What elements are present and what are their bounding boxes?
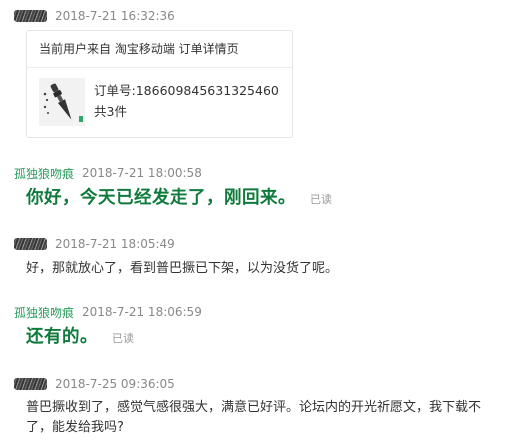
message-buyer-1: 2018-7-21 16:32:36 当前用户来自 淘宝移动端 订单详情页 订单… [0, 0, 529, 140]
message-buyer-3: 2018-7-25 09:36:05 普巴撅收到了，感觉气感很强大，满意已好评。… [0, 373, 529, 446]
message-header: 2018-7-21 16:32:36 [14, 7, 175, 25]
message-seller-2: 孤独狼吻痕 2018-7-21 18:06:59 还有的。 已读 [0, 301, 529, 361]
message-timestamp: 2018-7-21 18:00:58 [82, 166, 202, 180]
sender-name[interactable]: 孤独狼吻痕 [14, 304, 74, 321]
message-header: 孤独狼吻痕 2018-7-21 18:06:59 [14, 303, 202, 321]
message-text: 你好，今天已经发走了，刚回来。 已读 [26, 188, 332, 210]
message-timestamp: 2018-7-21 16:32:36 [55, 9, 175, 23]
order-number-value[interactable]: 186609845631325460 [136, 83, 279, 98]
phurba-image-icon [39, 78, 85, 126]
order-number-label: 订单号: [94, 83, 136, 98]
message-body: 还有的。 [26, 327, 98, 347]
redacted-username [14, 10, 47, 22]
read-status: 已读 [112, 332, 134, 345]
product-thumbnail[interactable] [39, 78, 85, 126]
message-text: 还有的。 已读 [26, 327, 134, 349]
message-line: 了，能发给我吗? [26, 420, 124, 435]
order-card-body: 订单号:186609845631325460 共3件 [27, 68, 292, 137]
order-number-line: 订单号:186609845631325460 [94, 80, 279, 99]
message-buyer-2: 2018-7-21 18:05:49 好，那就放心了，看到普巴撅已下架，以为没货… [0, 233, 529, 283]
message-text: 好，那就放心了，看到普巴撅已下架，以为没货了呢。 [26, 261, 339, 276]
message-header: 2018-7-21 18:05:49 [14, 235, 175, 253]
order-card[interactable]: 当前用户来自 淘宝移动端 订单详情页 订单号:18660984563132546… [26, 30, 293, 138]
message-timestamp: 2018-7-21 18:06:59 [82, 305, 202, 319]
message-timestamp: 2018-7-25 09:36:05 [55, 377, 175, 391]
message-header: 2018-7-25 09:36:05 [14, 375, 175, 393]
message-text: 普巴撅收到了，感觉气感很强大，满意已好评。论坛内的开光祈愿文，我下载不 了，能发… [26, 398, 523, 438]
message-timestamp: 2018-7-21 18:05:49 [55, 237, 175, 251]
order-quantity: 共3件 [94, 104, 127, 119]
redacted-username [14, 378, 47, 390]
message-seller-1: 孤独狼吻痕 2018-7-21 18:00:58 你好，今天已经发走了，刚回来。… [0, 160, 529, 220]
order-card-source: 当前用户来自 淘宝移动端 订单详情页 [27, 31, 292, 68]
redacted-username [14, 238, 47, 250]
message-body: 你好，今天已经发走了，刚回来。 [26, 188, 296, 208]
sender-name[interactable]: 孤独狼吻痕 [14, 165, 74, 182]
read-status: 已读 [310, 193, 332, 206]
message-header: 孤独狼吻痕 2018-7-21 18:00:58 [14, 164, 202, 182]
message-line: 普巴撅收到了，感觉气感很强大，满意已好评。论坛内的开光祈愿文，我下载不 [26, 400, 482, 415]
